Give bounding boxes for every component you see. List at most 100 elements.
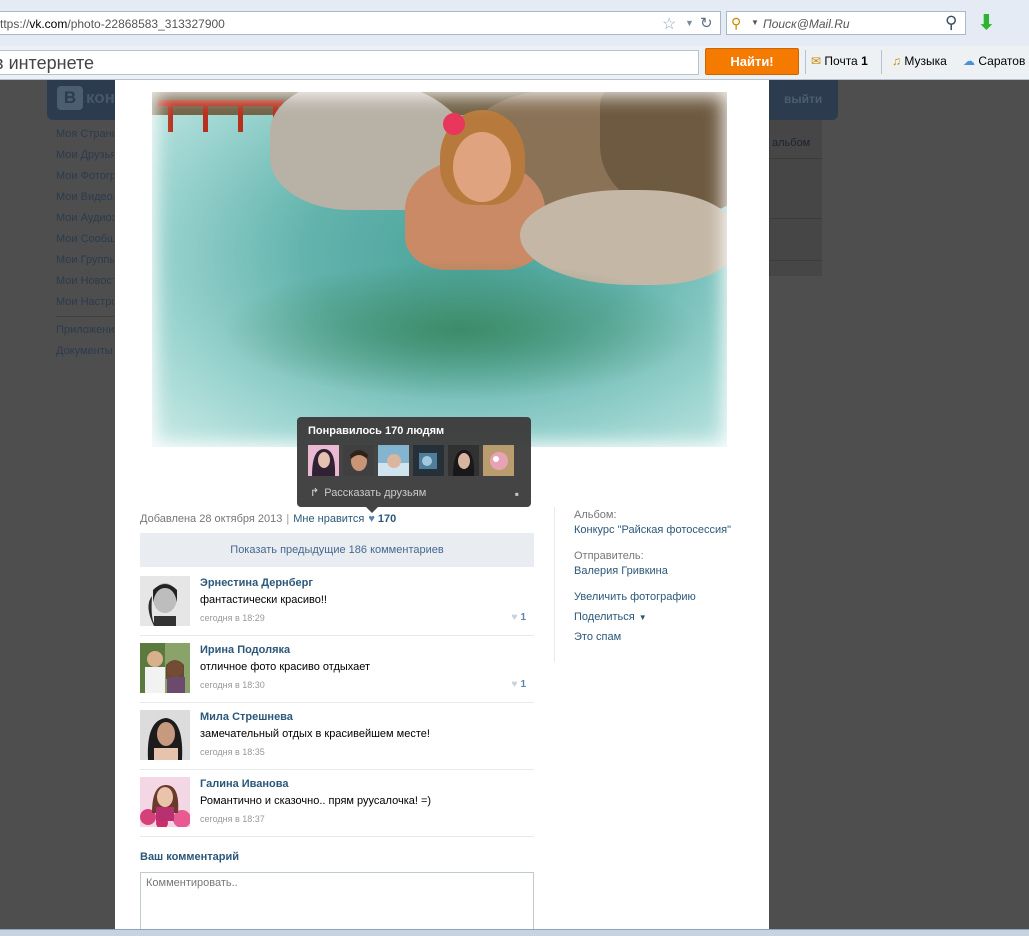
liker-avatar[interactable] bbox=[308, 445, 339, 476]
find-button[interactable]: Найти! bbox=[705, 48, 799, 75]
comment-author[interactable]: Мила Стрешнева bbox=[200, 711, 293, 723]
comment-text: Романтично и сказочно.. прям руусалочка!… bbox=[200, 795, 432, 807]
search-placeholder: Поиск@Mail.Ru bbox=[763, 17, 850, 31]
spam-link[interactable]: Это спам bbox=[574, 631, 764, 643]
comment-item: Ирина Подоляка отличное фото красиво отд… bbox=[140, 635, 534, 703]
comment-text: отличное фото красиво отдыхает bbox=[200, 661, 371, 673]
menu-item-messages[interactable]: Мои Сообщения bbox=[56, 233, 114, 254]
liker-avatar[interactable] bbox=[413, 445, 444, 476]
album-tab-label[interactable]: альбом bbox=[772, 137, 810, 149]
comment-box[interactable] bbox=[140, 872, 534, 934]
comment-item: Мила Стрешнева замечательный отдых в кра… bbox=[140, 702, 534, 770]
comment-item: Галина Иванова Романтично и сказочно.. п… bbox=[140, 769, 534, 837]
left-menu: Моя Страница Мои Друзья Мои Фотографии М… bbox=[56, 128, 114, 366]
comment-like[interactable]: ♥ 1 bbox=[512, 612, 527, 623]
comment-time[interactable]: сегодня в 18:29 bbox=[200, 613, 265, 623]
heart-icon: ♥ bbox=[511, 679, 518, 690]
menu-item-my-page[interactable]: Моя Страница bbox=[56, 128, 114, 149]
meta-separator: | bbox=[286, 513, 290, 525]
divider bbox=[770, 218, 822, 219]
city-label: Саратов bbox=[978, 54, 1026, 68]
album-link[interactable]: Конкурс "Райская фотосессия" bbox=[574, 524, 764, 536]
comment-time[interactable]: сегодня в 18:35 bbox=[200, 747, 265, 757]
caret-down-icon: ▼ bbox=[638, 613, 647, 622]
avatar[interactable] bbox=[140, 777, 190, 827]
engine-dropdown-icon[interactable]: ▼ bbox=[751, 18, 759, 27]
toolbar-divider bbox=[881, 50, 882, 74]
sender-label: Отправитель: bbox=[574, 550, 644, 562]
comment-like[interactable]: ♥ 1 bbox=[512, 679, 527, 690]
comment-author[interactable]: Галина Иванова bbox=[200, 778, 289, 790]
vk-logo-icon[interactable]: B bbox=[57, 86, 83, 110]
menu-item-friends[interactable]: Мои Друзья bbox=[56, 149, 114, 170]
music-note-icon: ♫ bbox=[892, 54, 901, 68]
web-search-text: в интернете bbox=[0, 53, 95, 73]
liker-avatars bbox=[308, 445, 521, 477]
vk-site-name: кон bbox=[86, 88, 115, 107]
music-button[interactable]: ♫ Музыка bbox=[892, 54, 947, 68]
comment-text: фантастически красиво!! bbox=[200, 594, 327, 606]
search-box[interactable]: ⚲ ▼ Поиск@Mail.Ru ⚲ bbox=[726, 11, 966, 35]
speech-bubble-icon[interactable]: ▪ bbox=[515, 487, 519, 501]
photo-sidebar: Альбом: Конкурс "Райская фотосессия" Отп… bbox=[554, 507, 764, 662]
photo-viewer: Добавлена 28 октября 2013 | Мне нравится ♥ … bbox=[115, 80, 769, 935]
menu-item-docs[interactable]: Документы bbox=[56, 345, 114, 366]
download-icon[interactable]: ⬇ bbox=[978, 10, 995, 35]
like-count[interactable]: 170 bbox=[378, 513, 396, 525]
sender-link[interactable]: Валерия Гривкина bbox=[574, 565, 764, 577]
weather-button[interactable]: ☁ Саратов bbox=[963, 54, 1025, 68]
comment-time[interactable]: сегодня в 18:30 bbox=[200, 680, 265, 690]
search-icon[interactable]: ⚲ bbox=[945, 13, 957, 33]
enlarge-photo-link[interactable]: Увеличить фотографию bbox=[574, 591, 764, 603]
album-label: Альбом: bbox=[574, 509, 617, 521]
menu-item-photos[interactable]: Мои Фотографии bbox=[56, 170, 114, 191]
photo-meta: Добавлена 28 октября 2013 | Мне нравится ♥ … bbox=[140, 513, 396, 525]
comment-author[interactable]: Ирина Подоляка bbox=[200, 644, 290, 656]
heart-icon: ♥ bbox=[511, 612, 518, 623]
search-engine-icon[interactable]: ⚲ bbox=[731, 15, 741, 32]
reload-icon[interactable]: ↻ bbox=[700, 14, 713, 32]
menu-item-audio[interactable]: Мои Аудиозаписи bbox=[56, 212, 114, 233]
logout-link[interactable]: выйти bbox=[784, 92, 822, 106]
bookmark-star-icon[interactable]: ☆ bbox=[662, 14, 676, 34]
address-url[interactable]: ttps://vk.com/photo-22868583_313327900 bbox=[0, 17, 225, 31]
mail-button[interactable]: ✉ Почта 1 bbox=[811, 54, 868, 68]
toolbar-divider bbox=[805, 50, 806, 74]
main-photo[interactable] bbox=[140, 80, 739, 459]
background-album-panel: альбом bbox=[769, 120, 822, 276]
comment-time[interactable]: сегодня в 18:37 bbox=[200, 814, 265, 824]
menu-item-settings[interactable]: Мои Настройки bbox=[56, 296, 114, 317]
menu-item-news[interactable]: Мои Новости bbox=[56, 275, 114, 296]
divider bbox=[770, 260, 822, 261]
liker-avatar[interactable] bbox=[343, 445, 374, 476]
mail-label: Почта bbox=[824, 54, 858, 68]
menu-item-videos[interactable]: Мои Видеозаписи bbox=[56, 191, 114, 212]
menu-divider bbox=[56, 316, 114, 317]
mailru-toolbar: в интернете Найти! ✉ Почта 1 ♫ Музыка ☁ … bbox=[0, 46, 1029, 80]
comment-input[interactable] bbox=[141, 873, 533, 933]
address-bar[interactable]: ttps://vk.com/photo-22868583_313327900 ☆… bbox=[0, 11, 721, 35]
liker-avatar[interactable] bbox=[448, 445, 479, 476]
added-date: Добавлена 28 октября 2013 bbox=[140, 513, 283, 525]
liker-avatar[interactable] bbox=[483, 445, 514, 476]
menu-item-apps[interactable]: Приложения bbox=[56, 324, 114, 345]
show-previous-comments-button[interactable]: Показать предыдущие 186 комментариев bbox=[140, 533, 534, 567]
liker-avatar[interactable] bbox=[378, 445, 409, 476]
avatar[interactable] bbox=[140, 576, 190, 626]
tell-friends-link[interactable]: ↱ Рассказать друзьям bbox=[310, 486, 426, 499]
comment-author[interactable]: Эрнестина Дернберг bbox=[200, 577, 313, 589]
avatar[interactable] bbox=[140, 710, 190, 760]
tooltip-title[interactable]: Понравилось 170 людям bbox=[308, 425, 444, 437]
envelope-icon: ✉ bbox=[811, 54, 822, 68]
menu-item-groups[interactable]: Мои Группы bbox=[56, 254, 114, 275]
music-label: Музыка bbox=[904, 54, 947, 68]
comment-text: замечательный отдых в красивейшем месте! bbox=[200, 728, 430, 740]
like-link[interactable]: Мне нравится bbox=[293, 513, 364, 525]
history-dropdown-icon[interactable]: ▼ bbox=[685, 18, 694, 28]
web-search-input[interactable]: в интернете bbox=[0, 50, 699, 75]
heart-icon[interactable]: ♥ bbox=[368, 513, 375, 525]
avatar[interactable] bbox=[140, 643, 190, 693]
share-arrow-icon: ↱ bbox=[310, 487, 320, 499]
share-link[interactable]: Поделиться ▼ bbox=[574, 611, 764, 623]
tooltip-arrow bbox=[366, 507, 378, 513]
